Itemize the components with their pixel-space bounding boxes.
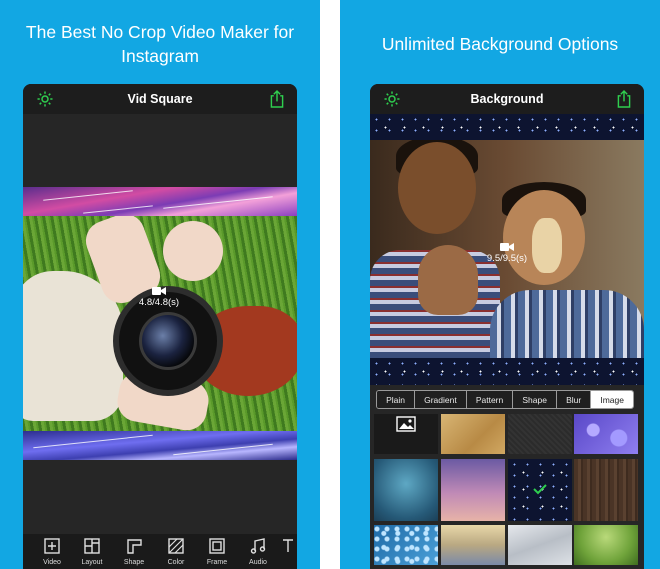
video-preview[interactable]: 9.5/9.5(s) (370, 140, 644, 358)
promo-panel-right: Unlimited Background Options Background (340, 0, 660, 569)
add-square-icon (44, 538, 60, 554)
bottom-toolbar: Video Layout Shape Color Frame Audio (23, 534, 297, 569)
photo-icon (396, 416, 416, 432)
tab-image[interactable]: Image (591, 391, 633, 408)
navigation-bar: Vid Square (23, 84, 297, 114)
clip-duration: 4.8/4.8(s) (138, 297, 180, 308)
background-tile-warm-horizon[interactable] (441, 525, 505, 565)
background-tile-blue-sparkles[interactable] (374, 525, 438, 565)
background-tile-dark-leather[interactable] (508, 414, 572, 454)
video-preview[interactable]: 4.8/4.8(s) (23, 216, 297, 431)
background-tile-add-photo[interactable] (374, 414, 438, 454)
music-note-icon (250, 538, 266, 554)
tab-blur[interactable]: Blur (557, 391, 592, 408)
background-stripe-bottom (23, 431, 297, 460)
toolbar-label: Shape (123, 559, 145, 566)
checkmark-icon (533, 484, 547, 495)
toolbar-layout-button[interactable]: Layout (72, 537, 112, 566)
video-camera-icon (500, 243, 514, 251)
toolbar-more-button[interactable] (279, 537, 297, 555)
toolbar-video-button[interactable]: Video (32, 537, 72, 566)
background-tile-pink-sunset[interactable] (441, 459, 505, 521)
share-icon[interactable] (616, 89, 632, 109)
toolbar-label: Video (43, 559, 61, 566)
video-camera-icon (152, 287, 166, 295)
background-type-tabs: Plain Gradient Pattern Shape Blur Image (376, 390, 634, 409)
toolbar-label: Audio (249, 559, 267, 566)
toolbar-audio-button[interactable]: Audio (238, 537, 278, 566)
layout-grid-icon (84, 538, 100, 554)
background-tile-green-meadow[interactable] (574, 525, 638, 565)
background-tile-purple-bokeh[interactable] (574, 414, 638, 454)
app-title: Vid Square (127, 92, 193, 106)
toolbar-color-button[interactable]: Color (156, 537, 196, 566)
promo-caption: Unlimited Background Options (381, 34, 619, 54)
frame-icon (209, 538, 225, 554)
background-tile-starfield[interactable] (508, 459, 572, 521)
background-tile-white-cloth[interactable] (508, 525, 572, 565)
background-tile-teal-glow[interactable] (374, 459, 438, 521)
phone-screen: Vid Square 4.8/4.8(s) Video Layout Shape… (23, 84, 297, 569)
promo-panel-left: The Best No Crop Video Maker for Instagr… (0, 0, 320, 569)
tab-plain[interactable]: Plain (377, 391, 416, 408)
toolbar-shape-button[interactable]: Shape (114, 537, 154, 566)
hatched-square-icon (168, 538, 184, 554)
clip-info: 4.8/4.8(s) (134, 286, 184, 308)
toolbar-label: Color (167, 559, 185, 566)
tab-pattern[interactable]: Pattern (466, 391, 514, 408)
share-icon[interactable] (269, 89, 285, 109)
clip-info: 9.5/9.5(s) (480, 242, 534, 264)
background-grid (370, 414, 644, 569)
promo-caption: The Best No Crop Video Maker for Instagr… (25, 22, 295, 66)
tab-gradient[interactable]: Gradient (415, 391, 467, 408)
background-tile-brown-wood[interactable] (574, 459, 638, 521)
background-tile-parchment[interactable] (441, 414, 505, 454)
background-stripe-top (23, 187, 297, 216)
shape-corner-icon (127, 539, 142, 554)
toolbar-label: Frame (206, 559, 228, 566)
text-icon (283, 539, 293, 552)
toolbar-frame-button[interactable]: Frame (197, 537, 237, 566)
tab-shape[interactable]: Shape (513, 391, 558, 408)
clip-duration: 9.5/9.5(s) (486, 253, 528, 264)
background-starfield-top (370, 114, 644, 140)
screen-title: Background (470, 92, 544, 106)
phone-screen: Background 9.5/9.5(s) Plain Gradient Pat… (370, 84, 644, 569)
navigation-bar: Background (370, 84, 644, 114)
toolbar-label: Layout (81, 559, 103, 566)
background-starfield-bottom (370, 358, 644, 385)
